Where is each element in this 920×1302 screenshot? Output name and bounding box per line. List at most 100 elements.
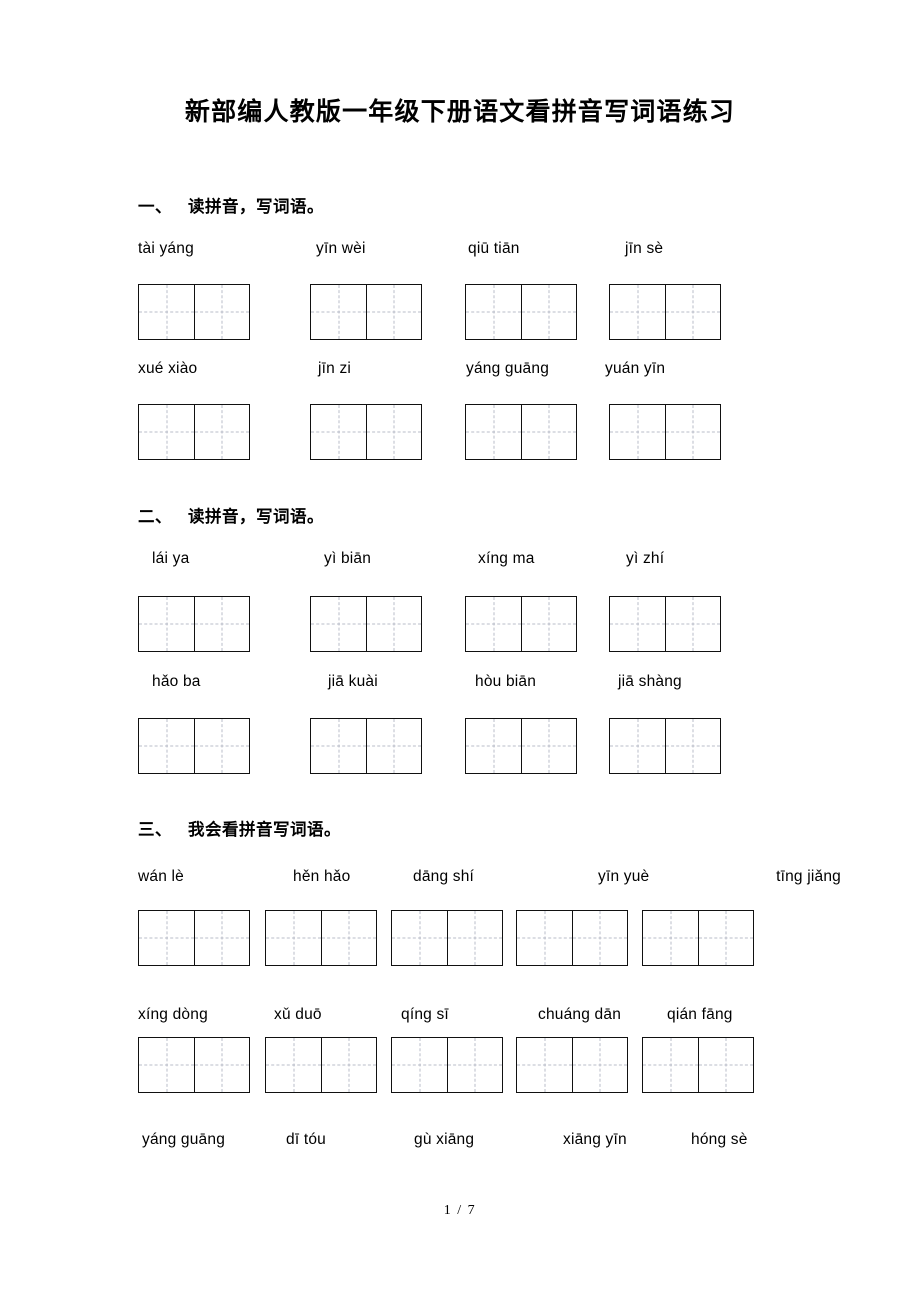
grid-cell[interactable]	[311, 405, 366, 459]
grid-cell[interactable]	[521, 597, 576, 651]
page-number: 1 / 7	[443, 1203, 477, 1218]
grid-cell[interactable]	[665, 597, 720, 651]
grid-cell[interactable]	[139, 405, 194, 459]
pinyin-group: hóng sè	[691, 1131, 748, 1148]
writing-grid-box[interactable]	[265, 910, 377, 966]
pinyin-group: xíng dòng	[138, 1006, 208, 1023]
writing-grid-box[interactable]	[609, 284, 721, 340]
writing-grid-box[interactable]	[642, 1037, 754, 1093]
writing-grid-box[interactable]	[609, 596, 721, 652]
section-one-heading: 一、 读拼音，写词语。	[138, 193, 324, 217]
grid-cell[interactable]	[321, 911, 376, 965]
grid-cell[interactable]	[521, 405, 576, 459]
grid-cell[interactable]	[266, 911, 321, 965]
pinyin-group: gù xiāng	[414, 1131, 475, 1148]
grid-cell[interactable]	[311, 597, 366, 651]
grid-cell[interactable]	[643, 1038, 698, 1092]
grid-cell[interactable]	[366, 719, 421, 773]
writing-grid-box[interactable]	[138, 718, 250, 774]
writing-grid-box[interactable]	[310, 284, 422, 340]
grid-cell[interactable]	[194, 911, 249, 965]
grid-cell[interactable]	[194, 1038, 249, 1092]
writing-grid-box[interactable]	[391, 1037, 503, 1093]
grid-cell[interactable]	[139, 719, 194, 773]
grid-cell[interactable]	[466, 719, 521, 773]
grid-cell[interactable]	[194, 405, 249, 459]
grid-cell[interactable]	[447, 1038, 502, 1092]
grid-cell[interactable]	[392, 911, 447, 965]
grid-cell[interactable]	[194, 597, 249, 651]
writing-grid-box[interactable]	[310, 404, 422, 460]
section-one-number: 一、	[138, 197, 172, 216]
grid-cell[interactable]	[366, 405, 421, 459]
pinyin-group: tīng jiǎng	[776, 868, 841, 885]
writing-grid-box[interactable]	[609, 718, 721, 774]
grid-cell[interactable]	[466, 405, 521, 459]
pinyin-group: qiū tiān	[468, 240, 520, 257]
pinyin-group: yīn yuè	[598, 868, 650, 885]
pinyin-group: dāng shí	[413, 868, 475, 885]
writing-grid-box[interactable]	[391, 910, 503, 966]
writing-grid-box[interactable]	[609, 404, 721, 460]
pinyin-group: yáng guāng	[142, 1131, 226, 1148]
writing-grid-box[interactable]	[138, 910, 250, 966]
grid-cell[interactable]	[466, 597, 521, 651]
section-one-title: 读拼音，写词语。	[188, 197, 324, 216]
grid-cell[interactable]	[665, 405, 720, 459]
section-three-number: 三、	[138, 820, 172, 839]
grid-cell[interactable]	[521, 719, 576, 773]
writing-grid-box[interactable]	[138, 404, 250, 460]
grid-cell[interactable]	[517, 1038, 572, 1092]
grid-cell[interactable]	[698, 911, 753, 965]
grid-cell[interactable]	[466, 285, 521, 339]
writing-grid-box[interactable]	[265, 1037, 377, 1093]
writing-grid-box[interactable]	[465, 596, 577, 652]
writing-grid-box[interactable]	[516, 1037, 628, 1093]
writing-grid-box[interactable]	[642, 910, 754, 966]
grid-cell[interactable]	[311, 285, 366, 339]
pinyin-group: jīn sè	[625, 240, 664, 257]
grid-cell[interactable]	[392, 1038, 447, 1092]
writing-grid-box[interactable]	[465, 284, 577, 340]
writing-grid-box[interactable]	[465, 404, 577, 460]
grid-cell[interactable]	[139, 911, 194, 965]
grid-cell[interactable]	[139, 285, 194, 339]
pinyin-group: jiā shàng	[618, 673, 682, 690]
grid-cell[interactable]	[610, 597, 665, 651]
grid-cell[interactable]	[572, 1038, 627, 1092]
grid-cell[interactable]	[610, 719, 665, 773]
grid-cell[interactable]	[665, 285, 720, 339]
pinyin-group: chuáng dān	[538, 1006, 622, 1023]
grid-cell[interactable]	[311, 719, 366, 773]
grid-cell[interactable]	[321, 1038, 376, 1092]
grid-cell[interactable]	[610, 405, 665, 459]
grid-cell[interactable]	[610, 285, 665, 339]
pinyin-group: tài yáng	[138, 240, 194, 257]
pinyin-group: yì zhí	[626, 550, 665, 567]
grid-cell[interactable]	[366, 285, 421, 339]
grid-cell[interactable]	[447, 911, 502, 965]
writing-grid-box[interactable]	[310, 718, 422, 774]
writing-grid-box[interactable]	[138, 1037, 250, 1093]
pinyin-group: yáng guāng	[466, 360, 550, 377]
grid-cell[interactable]	[521, 285, 576, 339]
grid-cell[interactable]	[698, 1038, 753, 1092]
page-title: 新部编人教版一年级下册语文看拼音写词语练习	[184, 97, 736, 126]
writing-grid-box[interactable]	[310, 596, 422, 652]
grid-cell[interactable]	[194, 285, 249, 339]
writing-grid-box[interactable]	[138, 284, 250, 340]
writing-grid-box[interactable]	[516, 910, 628, 966]
grid-cell[interactable]	[643, 911, 698, 965]
grid-cell[interactable]	[139, 597, 194, 651]
grid-cell[interactable]	[572, 911, 627, 965]
grid-cell[interactable]	[139, 1038, 194, 1092]
grid-cell[interactable]	[366, 597, 421, 651]
grid-cell[interactable]	[665, 719, 720, 773]
pinyin-group: yīn wèi	[316, 240, 366, 257]
grid-cell[interactable]	[517, 911, 572, 965]
writing-grid-box[interactable]	[138, 596, 250, 652]
grid-cell[interactable]	[194, 719, 249, 773]
pinyin-group: yì biān	[324, 550, 372, 567]
writing-grid-box[interactable]	[465, 718, 577, 774]
grid-cell[interactable]	[266, 1038, 321, 1092]
